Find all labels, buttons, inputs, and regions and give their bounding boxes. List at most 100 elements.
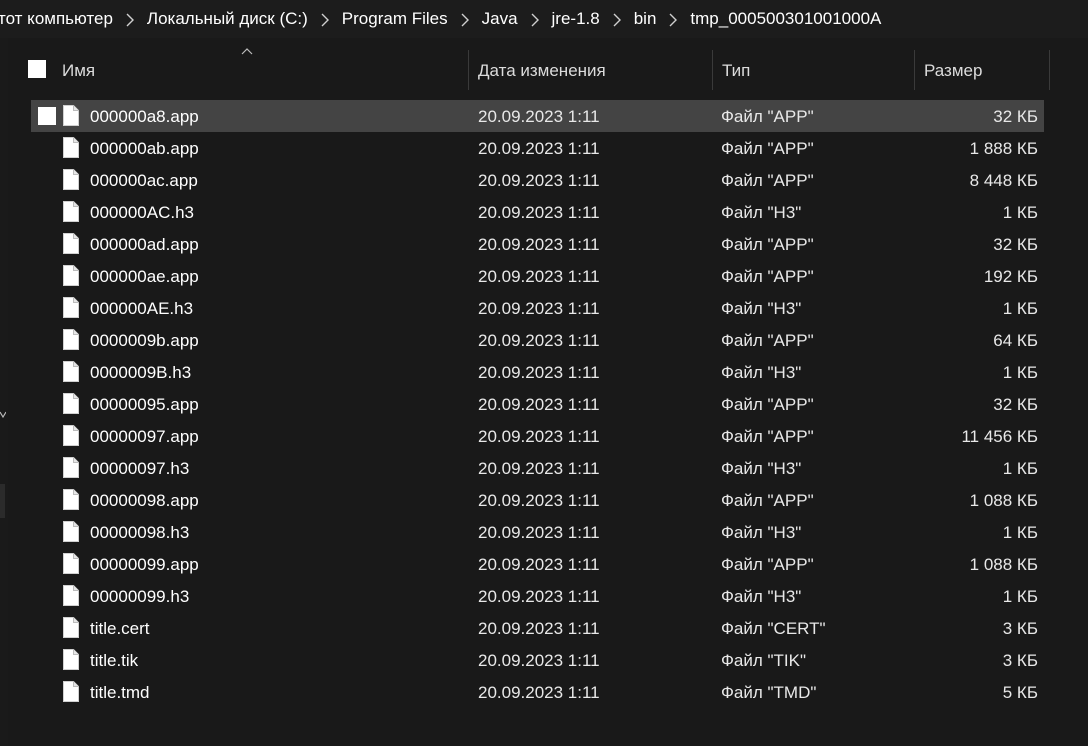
- file-row[interactable]: title.tik 20.09.2023 1:11 Файл "TIK" 3 КБ: [31, 644, 1044, 676]
- file-row[interactable]: 00000095.app 20.09.2023 1:11 Файл "APP" 32 …: [31, 388, 1044, 420]
- file-row[interactable]: 000000ac.app 20.09.2023 1:11 Файл "APP" 8 4…: [31, 164, 1044, 196]
- file-row[interactable]: 00000097.h3 20.09.2023 1:11 Файл "H3" 1 КБ: [31, 452, 1044, 484]
- file-icon: [63, 201, 79, 222]
- file-size: 1 КБ: [1002, 203, 1038, 222]
- column-header-name[interactable]: Имя: [62, 61, 95, 81]
- row-checkbox[interactable]: [38, 107, 56, 125]
- file-icon: [63, 361, 79, 382]
- breadcrumb-item-jre[interactable]: jre-1.8: [552, 9, 600, 29]
- file-row[interactable]: 00000098.app 20.09.2023 1:11 Файл "APP" 1 0…: [31, 484, 1044, 516]
- breadcrumb-item-program-files[interactable]: Program Files: [342, 9, 448, 29]
- column-divider[interactable]: [468, 50, 469, 90]
- file-icon: [63, 329, 79, 350]
- scrollbar-thumb[interactable]: [0, 484, 5, 518]
- file-row[interactable]: 0000009b.app 20.09.2023 1:11 Файл "APP" 64 …: [31, 324, 1044, 356]
- file-date: 20.09.2023 1:11: [478, 459, 600, 478]
- file-type: Файл "APP": [721, 395, 814, 414]
- select-all-checkbox[interactable]: [28, 60, 46, 78]
- column-divider[interactable]: [712, 50, 713, 90]
- file-size: 1 888 КБ: [969, 139, 1038, 158]
- file-icon: [63, 521, 79, 542]
- file-date: 20.09.2023 1:11: [478, 203, 600, 222]
- breadcrumb-item-computer[interactable]: тот компьютер: [0, 9, 113, 29]
- navigation-pane-edge: [0, 38, 8, 746]
- file-row[interactable]: 000000AE.h3 20.09.2023 1:11 Файл "H3" 1 КБ: [31, 292, 1044, 324]
- file-row[interactable]: 00000099.app 20.09.2023 1:11 Файл "APP" 1 0…: [31, 548, 1044, 580]
- file-date: 20.09.2023 1:11: [478, 139, 600, 158]
- file-name: 000000a8.app: [90, 107, 199, 126]
- file-name: 000000AE.h3: [90, 299, 194, 318]
- file-date: 20.09.2023 1:11: [478, 427, 600, 446]
- chevron-right-icon[interactable]: [656, 11, 690, 28]
- sort-ascending-icon: [241, 48, 253, 55]
- file-row[interactable]: 000000a8.app 20.09.2023 1:11 Файл "APP" 32 …: [31, 100, 1044, 132]
- file-icon: [63, 393, 79, 414]
- file-type: Файл "APP": [721, 267, 814, 286]
- breadcrumb-item-local-disk[interactable]: Локальный диск (C:): [147, 9, 308, 29]
- chevron-right-icon[interactable]: [448, 11, 482, 28]
- file-type: Файл "H3": [721, 299, 802, 318]
- file-row[interactable]: 000000ab.app 20.09.2023 1:11 Файл "APP" 1 8…: [31, 132, 1044, 164]
- file-icon: [63, 233, 79, 254]
- breadcrumb-item-bin[interactable]: bin: [634, 9, 657, 29]
- file-size: 1 КБ: [1002, 523, 1038, 542]
- file-size: 1 КБ: [1002, 363, 1038, 382]
- column-divider[interactable]: [1049, 50, 1050, 90]
- file-date: 20.09.2023 1:11: [478, 523, 600, 542]
- file-row[interactable]: 00000099.h3 20.09.2023 1:11 Файл "H3" 1 КБ: [31, 580, 1044, 612]
- file-type: Файл "APP": [721, 107, 814, 126]
- file-size: 5 КБ: [1002, 683, 1038, 702]
- file-icon: [63, 553, 79, 574]
- file-size: 3 КБ: [1002, 619, 1038, 638]
- file-name: 00000095.app: [90, 395, 199, 414]
- file-icon: [63, 425, 79, 446]
- file-type: Файл "APP": [721, 235, 814, 254]
- file-name: 00000098.h3: [90, 523, 190, 542]
- chevron-right-icon[interactable]: [600, 11, 634, 28]
- file-icon: [63, 649, 79, 670]
- file-icon: [63, 457, 79, 478]
- file-icon: [63, 297, 79, 318]
- column-header-size[interactable]: Размер: [924, 61, 982, 81]
- file-date: 20.09.2023 1:11: [478, 619, 600, 638]
- file-row[interactable]: 000000AC.h3 20.09.2023 1:11 Файл "H3" 1 КБ: [31, 196, 1044, 228]
- file-type: Файл "APP": [721, 555, 814, 574]
- file-name: 000000AC.h3: [90, 203, 194, 222]
- file-row[interactable]: 00000098.h3 20.09.2023 1:11 Файл "H3" 1 КБ: [31, 516, 1044, 548]
- chevron-right-icon[interactable]: [308, 11, 342, 28]
- file-date: 20.09.2023 1:11: [478, 267, 600, 286]
- file-size: 1 КБ: [1002, 459, 1038, 478]
- file-name: 00000098.app: [90, 491, 199, 510]
- file-date: 20.09.2023 1:11: [478, 395, 600, 414]
- file-row[interactable]: 00000097.app 20.09.2023 1:11 Файл "APP" 11 …: [31, 420, 1044, 452]
- file-row[interactable]: title.tmd 20.09.2023 1:11 Файл "TMD" 5 КБ: [31, 676, 1044, 708]
- file-row[interactable]: 000000ad.app 20.09.2023 1:11 Файл "APP" 32 …: [31, 228, 1044, 260]
- file-date: 20.09.2023 1:11: [478, 555, 600, 574]
- file-type: Файл "TIK": [721, 651, 807, 670]
- file-size: 11 456 КБ: [961, 427, 1038, 446]
- file-icon: [63, 489, 79, 510]
- file-date: 20.09.2023 1:11: [478, 587, 600, 606]
- chevron-right-icon[interactable]: [518, 11, 552, 28]
- file-row[interactable]: title.cert 20.09.2023 1:11 Файл "CERT" 3 КБ: [31, 612, 1044, 644]
- breadcrumb-item-java[interactable]: Java: [482, 9, 518, 29]
- file-size: 8 448 КБ: [969, 171, 1038, 190]
- file-row[interactable]: 000000ae.app 20.09.2023 1:11 Файл "APP" 192…: [31, 260, 1044, 292]
- column-divider[interactable]: [914, 50, 915, 90]
- column-header-date[interactable]: Дата изменения: [478, 61, 606, 81]
- file-date: 20.09.2023 1:11: [478, 683, 600, 702]
- file-type: Файл "H3": [721, 459, 802, 478]
- file-type: Файл "H3": [721, 203, 802, 222]
- column-header-type[interactable]: Тип: [722, 61, 750, 81]
- file-size: 64 КБ: [993, 331, 1038, 350]
- breadcrumb-item-current-folder[interactable]: tmp_000500301001000A: [690, 9, 881, 29]
- file-list: 000000a8.app 20.09.2023 1:11 Файл "APP" 32 …: [31, 100, 1044, 708]
- file-name: 00000097.app: [90, 427, 199, 446]
- file-date: 20.09.2023 1:11: [478, 331, 600, 350]
- file-size: 1 КБ: [1002, 587, 1038, 606]
- file-row[interactable]: 0000009B.h3 20.09.2023 1:11 Файл "H3" 1 КБ: [31, 356, 1044, 388]
- file-date: 20.09.2023 1:11: [478, 491, 600, 510]
- file-type: Файл "TMD": [721, 683, 817, 702]
- chevron-right-icon[interactable]: [113, 11, 147, 28]
- collapse-chevron-icon[interactable]: [0, 410, 7, 424]
